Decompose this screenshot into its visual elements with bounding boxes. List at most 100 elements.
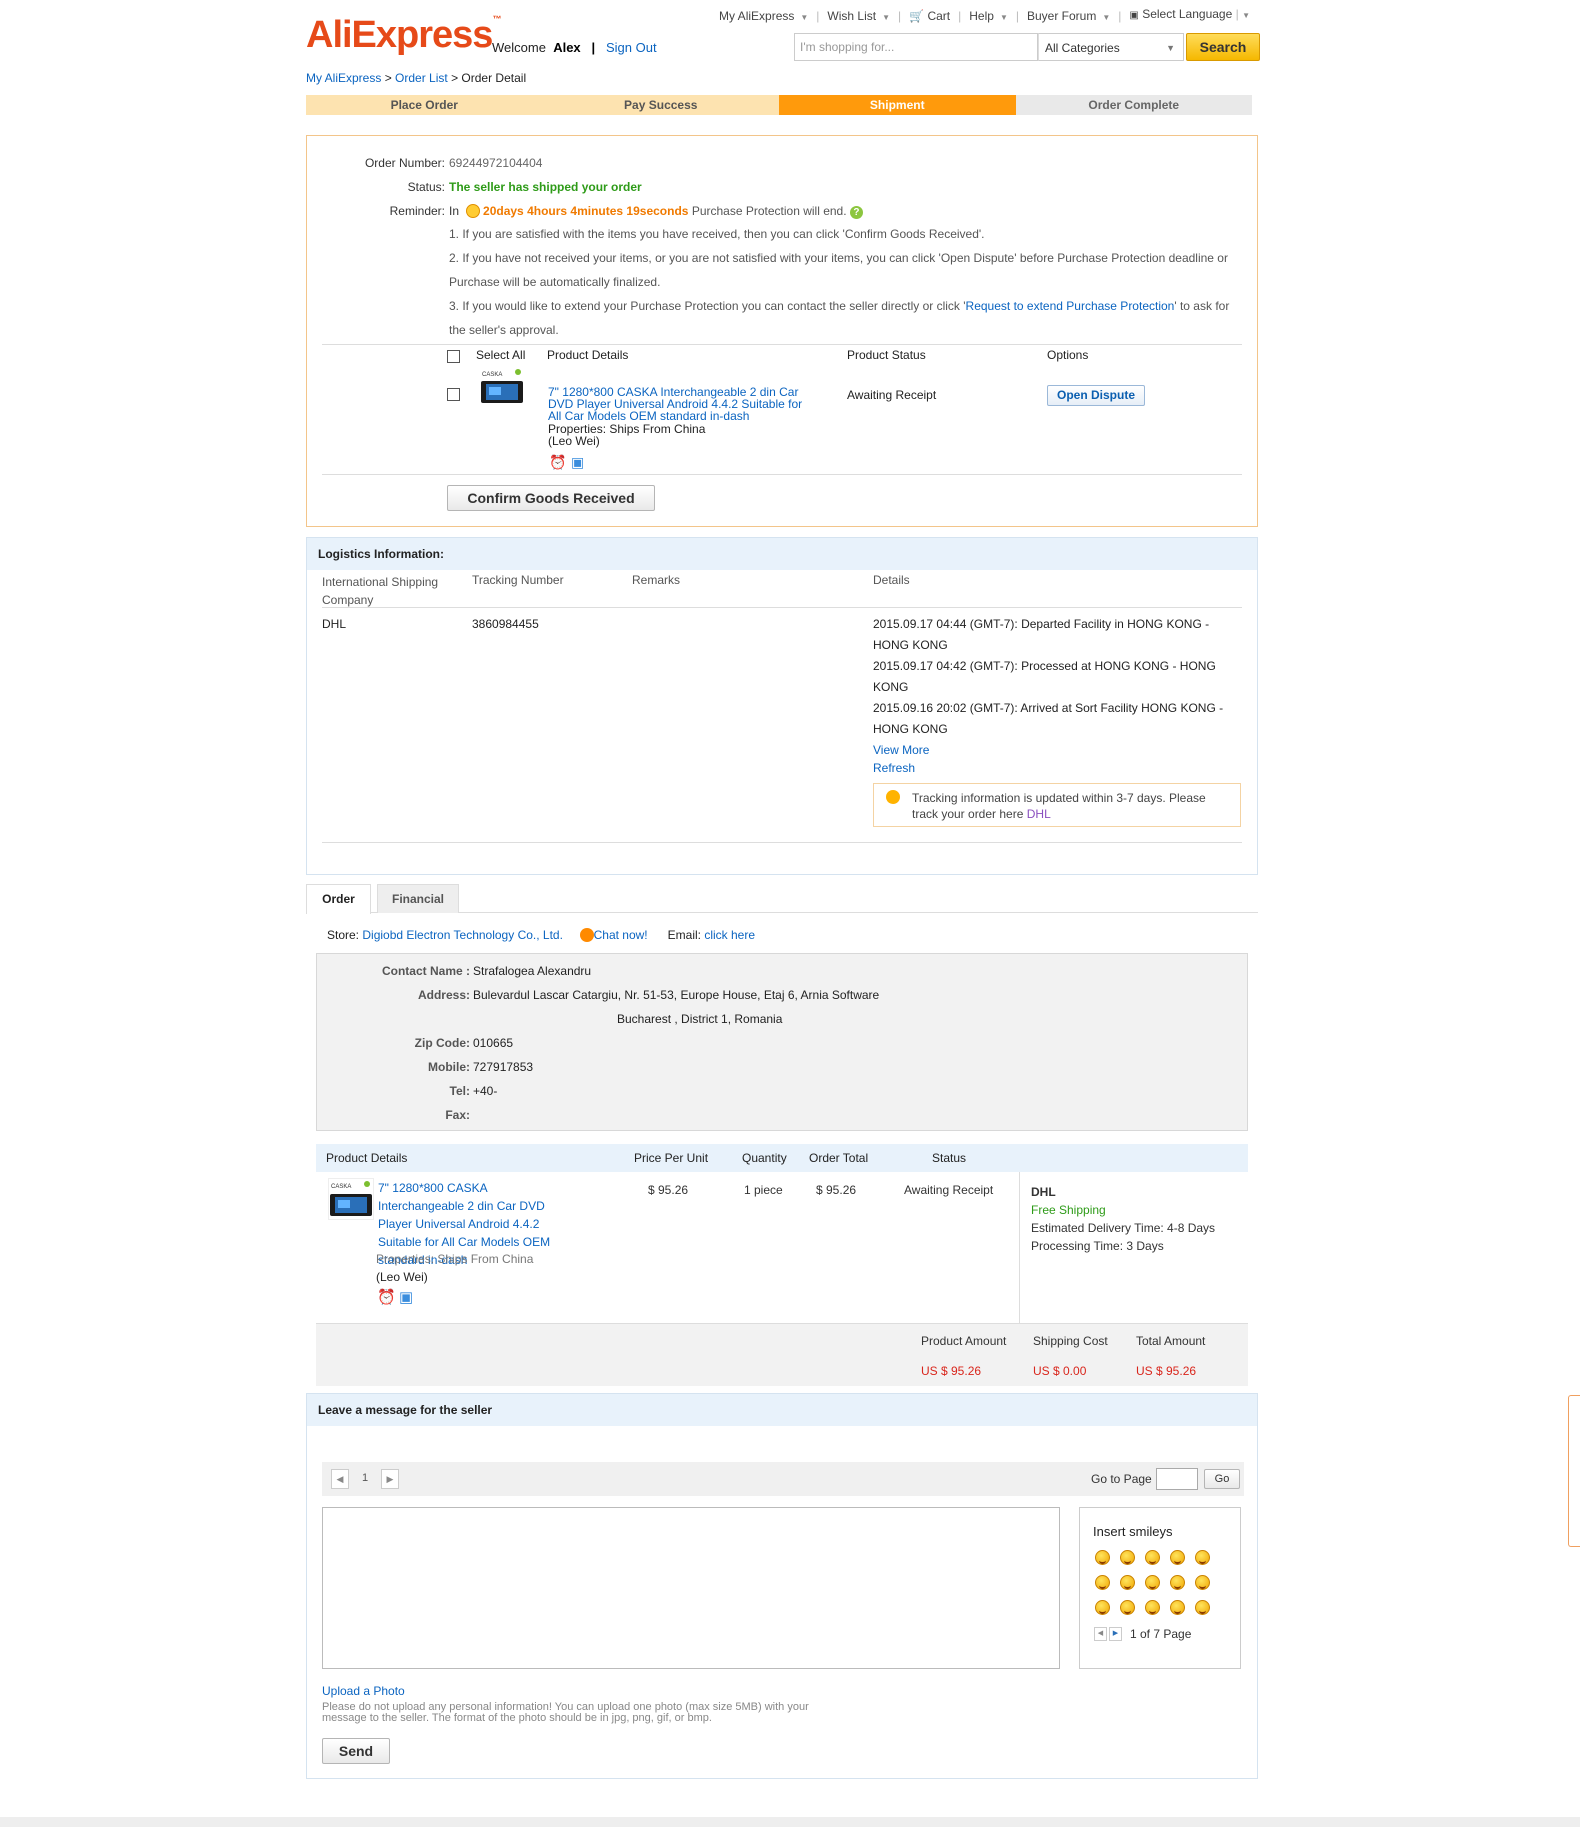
product-seller: (Leo Wei) — [548, 434, 600, 448]
breadcrumb-my-aliexpress[interactable]: My AliExpress — [306, 71, 381, 85]
smiley-icon[interactable] — [1120, 1575, 1135, 1590]
breadcrumb: My AliExpress > Order List > Order Detai… — [306, 71, 527, 85]
breadcrumb-current: Order Detail — [461, 71, 527, 85]
chat-icon[interactable] — [579, 928, 594, 942]
go-button[interactable]: Go — [1204, 1469, 1240, 1489]
open-dispute-button[interactable]: Open Dispute — [1047, 385, 1145, 406]
prev-page-button[interactable]: ◀ — [331, 1469, 349, 1489]
aliexpress-logo[interactable]: AliExpress™ — [306, 14, 501, 57]
nav-buyer-forum[interactable]: Buyer Forum ▼ — [1019, 9, 1118, 23]
carrier: DHL — [1031, 1185, 1056, 1199]
snapshot-icon[interactable]: ▣ — [571, 454, 584, 471]
feedback-side-tab[interactable] — [1568, 1395, 1580, 1547]
message-section: Leave a message for the seller ◀ 1 ▶ Go … — [306, 1393, 1258, 1779]
product-thumbnail[interactable]: CASKA — [481, 368, 523, 404]
smiley-next-button[interactable]: ▶ — [1109, 1627, 1122, 1641]
page-number[interactable]: 1 — [362, 1472, 368, 1484]
nav-my-aliexpress[interactable]: My AliExpress ▼ — [711, 9, 816, 23]
product-status: Awaiting Receipt — [847, 388, 937, 402]
smiley-icon[interactable] — [1195, 1575, 1210, 1590]
smiley-page-count: 1 of 7 Page — [1130, 1627, 1192, 1641]
select-all-checkbox[interactable] — [447, 350, 460, 363]
mobile-label: Mobile: — [428, 1060, 470, 1074]
product-title-link[interactable]: 7" 1280*800 CASKA Interchangeable 2 din … — [548, 386, 808, 422]
select-language[interactable]: ▣ Select Language | ▼ — [1121, 7, 1258, 21]
nav-cart[interactable]: 🛒 Cart — [901, 9, 958, 23]
smiley-icon[interactable] — [1145, 1600, 1160, 1615]
category-select[interactable]: All Categories ▼ — [1038, 33, 1184, 61]
go-to-page-label: Go to Page — [1091, 1472, 1152, 1486]
help-icon[interactable]: ? — [849, 206, 863, 219]
page-input[interactable] — [1156, 1468, 1198, 1490]
processing-time: Processing Time: 3 Days — [1031, 1239, 1164, 1253]
refresh-link[interactable]: Refresh — [873, 761, 915, 775]
smiley-icon[interactable] — [1170, 1600, 1185, 1615]
extend-protection-link[interactable]: Request to extend Purchase Protection — [966, 299, 1175, 313]
alarm-clock-icon[interactable]: ⏰ — [549, 454, 566, 471]
cart-icon: 🛒 — [909, 9, 925, 23]
snapshot-icon[interactable]: ▣ — [399, 1288, 413, 1306]
dhl-tracking-link[interactable]: DHL — [1027, 807, 1051, 821]
send-button[interactable]: Send — [322, 1738, 390, 1764]
smiley-icon[interactable] — [1195, 1600, 1210, 1615]
divider — [322, 474, 1242, 475]
smiley-icon[interactable] — [1095, 1575, 1110, 1590]
message-textarea[interactable] — [322, 1507, 1060, 1669]
sign-out-link[interactable]: Sign Out — [606, 40, 657, 55]
search-input[interactable]: I'm shopping for... — [794, 33, 1038, 61]
product-thumbnail[interactable]: CASKA — [328, 1178, 374, 1220]
note-confirm: 1. If you are satisfied with the items y… — [449, 227, 985, 241]
price-per-unit: $ 95.26 — [648, 1183, 689, 1197]
note-dispute: 2. If you have not received your items, … — [449, 251, 1228, 289]
search-button[interactable]: Search — [1186, 33, 1260, 61]
tab-financial[interactable]: Financial — [377, 884, 459, 913]
total-amount: US $ 95.26 — [1136, 1364, 1197, 1378]
nav-wish-list[interactable]: Wish List ▼ — [819, 9, 898, 23]
smiley-icon[interactable] — [1195, 1550, 1210, 1565]
next-page-button[interactable]: ▶ — [381, 1469, 399, 1489]
smiley-icon[interactable] — [1145, 1550, 1160, 1565]
smiley-icon[interactable] — [1145, 1575, 1160, 1590]
store-name-link[interactable]: Digiobd Electron Technology Co., Ltd. — [362, 928, 563, 942]
message-pager: ◀ 1 ▶ Go to Page Go — [322, 1462, 1244, 1496]
breadcrumb-order-list[interactable]: Order List — [395, 71, 448, 85]
nav-help[interactable]: Help ▼ — [961, 9, 1016, 23]
tracking-tip: Tracking information is updated within 3… — [873, 783, 1241, 827]
upload-photo-link[interactable]: Upload a Photo — [322, 1684, 405, 1698]
confirm-goods-received-button[interactable]: Confirm Goods Received — [447, 485, 655, 511]
smiley-prev-button[interactable]: ◀ — [1094, 1627, 1107, 1641]
language-icon: ▣ — [1129, 10, 1139, 21]
clock-icon — [465, 204, 480, 218]
chevron-down-icon: ▼ — [1166, 43, 1175, 53]
shipping-address-box: Contact Name : Strafalogea Alexandru Add… — [316, 953, 1248, 1131]
smiley-icon[interactable] — [1170, 1575, 1185, 1590]
col-remarks: Remarks — [632, 573, 681, 587]
smiley-icon[interactable] — [1120, 1550, 1135, 1565]
tab-order[interactable]: Order — [306, 884, 371, 914]
free-shipping: Free Shipping — [1031, 1203, 1106, 1217]
order-number: 69244972104404 — [449, 156, 543, 170]
address-line-1: Bulevardul Lascar Catargiu, Nr. 51-53, E… — [473, 988, 880, 1002]
view-more-link[interactable]: View More — [873, 743, 929, 757]
user-name: Alex — [553, 40, 581, 55]
th-price: Price Per Unit — [634, 1151, 709, 1165]
smiley-icon[interactable] — [1120, 1600, 1135, 1615]
select-all-label: Select All — [476, 348, 526, 362]
email-link[interactable]: click here — [704, 928, 755, 942]
smiley-icon[interactable] — [1095, 1600, 1110, 1615]
tracking-number: 3860984455 — [472, 617, 539, 631]
smiley-panel: Insert smileys ◀ ▶ 1 of 7 Page — [1079, 1507, 1241, 1669]
smiley-icon[interactable] — [1170, 1550, 1185, 1565]
products-table-header: Product Details Price Per Unit Quantity … — [316, 1144, 1248, 1172]
detail-tabs: Order Financial — [306, 884, 1258, 914]
tracking-event: 2015.09.16 20:02 (GMT-7): Arrived at Sor… — [873, 701, 1224, 736]
alarm-clock-icon[interactable]: ⏰ — [377, 1288, 396, 1306]
step-pay-success: Pay Success — [542, 95, 779, 115]
chat-now-link[interactable]: Chat now! — [594, 928, 648, 942]
product-checkbox[interactable] — [447, 388, 460, 401]
footer-bar — [0, 1817, 1580, 1827]
shipping-cost-label: Shipping Cost — [1033, 1334, 1108, 1348]
logistics-section: Logistics Information: International Shi… — [306, 537, 1258, 875]
smiley-icon[interactable] — [1095, 1550, 1110, 1565]
tel: +40- — [473, 1084, 498, 1098]
